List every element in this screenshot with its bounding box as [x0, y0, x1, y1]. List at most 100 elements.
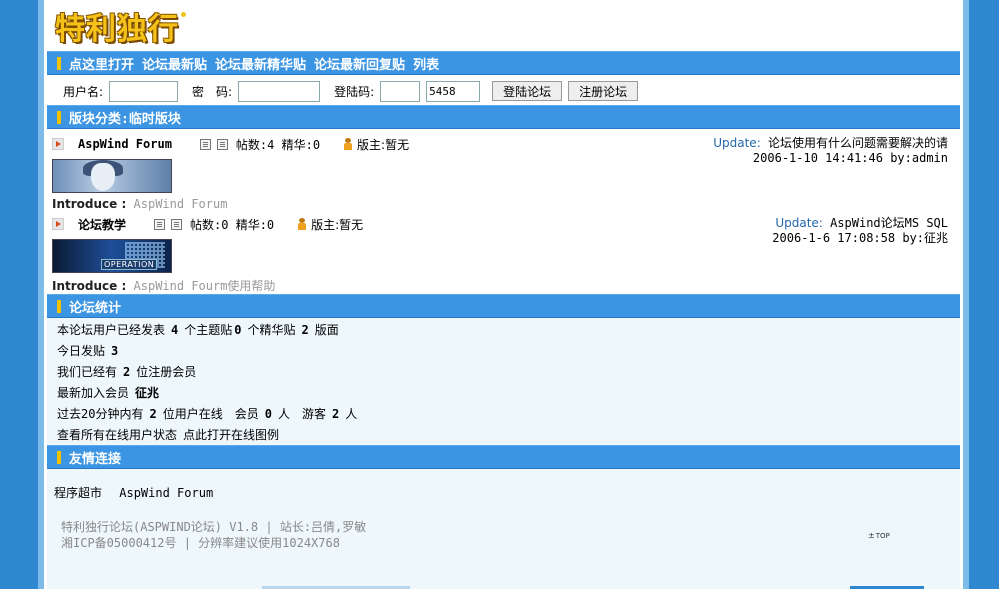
- stat-text: 过去20分钟内有: [57, 407, 144, 421]
- newest-member-link[interactable]: 征兆: [135, 384, 159, 401]
- stat-topics-count: 4: [171, 322, 179, 337]
- stat-online-count: 2: [149, 406, 157, 421]
- forum-header: 论坛教学 帖数:0 精华:0 版主:暂无 Update: AspWind论坛MS…: [47, 215, 960, 245]
- logo-text: 特利独行: [55, 12, 179, 47]
- forum-moderator: 版主:暂无: [311, 217, 364, 232]
- stat-text: 位用户在线 会员: [162, 407, 259, 421]
- stat-online-members: 0: [264, 406, 272, 421]
- forum-thumbnail[interactable]: OPERATION: [52, 239, 172, 273]
- bar-marker-icon: [57, 56, 61, 70]
- bar-marker-icon: [57, 110, 61, 124]
- forum-header: AspWind Forum 帖数:4 精华:0 版主:暂无 Update: 论坛…: [47, 135, 960, 165]
- forum-stats: 帖数:4 精华:0: [235, 137, 321, 152]
- stat-text: 个主题贴: [184, 323, 233, 337]
- friend-links-bar: 友情连接: [47, 445, 960, 469]
- arrow-right-icon: [52, 218, 64, 230]
- forum-intro: Introduce : AspWind Forum: [52, 197, 960, 211]
- update-title-link[interactable]: AspWind论坛MS SQL: [830, 216, 948, 230]
- thumbnail-tag: OPERATION: [101, 259, 158, 270]
- login-form: 用户名: 密 码: 登陆码: 登陆论坛 注册论坛: [47, 78, 960, 104]
- stats-panel: 本论坛用户已经发表 4 个主题贴 0 个精华贴 2 版面 今日发贴 3 我们已经…: [47, 318, 960, 445]
- arrow-right-icon: [52, 138, 64, 150]
- forum-name-link[interactable]: 论坛教学: [78, 216, 126, 233]
- forum-intro: Introduce : AspWind Fourm使用帮助: [52, 277, 960, 294]
- chart-icon[interactable]: [171, 218, 183, 230]
- stats-line-posts: 本论坛用户已经发表 4 个主题贴 0 个精华贴 2 版面: [47, 319, 960, 340]
- bar-marker-icon: [57, 299, 61, 313]
- forum-last-update: Update: AspWind论坛MS SQL 2006-1-6 17:08:5…: [772, 216, 948, 246]
- username-label: 用户名:: [63, 84, 104, 99]
- update-label: Update:: [713, 136, 761, 150]
- stats-title: 论坛统计: [69, 300, 122, 316]
- bar-marker-icon: [57, 450, 61, 464]
- category-bar: 版块分类:临时版块: [47, 105, 960, 129]
- category-title: 版块分类:临时版块: [69, 111, 181, 127]
- stat-text: 我们已经有: [57, 365, 118, 379]
- footer-line-2: 湘ICP备05000412号 | 分辨率建议使用1024X768: [61, 536, 340, 550]
- page-content: 特利独行 点这里打开 论坛最新贴 论坛最新精华贴 论坛最新回复贴 列表 用户名:…: [47, 0, 960, 589]
- stat-member-count: 2: [123, 364, 131, 379]
- stat-text: 个精华贴: [247, 323, 296, 337]
- nav-link-open[interactable]: 点这里打开: [69, 54, 134, 73]
- password-input[interactable]: [238, 80, 321, 102]
- username-input[interactable]: [109, 80, 179, 102]
- stat-text: 本论坛用户已经发表: [57, 323, 166, 337]
- intro-value: AspWind Forum: [133, 197, 228, 211]
- nav-link-latest-replies[interactable]: 论坛最新回复贴: [314, 54, 405, 73]
- right-frame-inner: [963, 0, 969, 589]
- left-frame-edge: [0, 0, 38, 589]
- friend-links-list: 程序超市 AspWind Forum: [54, 484, 213, 501]
- intro-label: Introduce :: [52, 279, 127, 293]
- forum-row: 论坛教学 帖数:0 精华:0 版主:暂无 Update: AspWind论坛MS…: [47, 215, 960, 294]
- stat-text: 版面: [314, 323, 339, 337]
- stats-line-today: 今日发贴 3: [47, 340, 960, 361]
- footer-line-1: 特利独行论坛(ASPWIND论坛) V1.8 | 站长:吕倩,罗敏: [61, 520, 367, 534]
- forum-stats: 帖数:0 精华:0: [190, 217, 275, 232]
- forum-thumbnail[interactable]: [52, 159, 172, 193]
- nav-link-latest-posts[interactable]: 论坛最新贴: [142, 54, 207, 73]
- list-icon[interactable]: [199, 138, 211, 150]
- friend-link[interactable]: AspWind Forum: [119, 486, 213, 500]
- stat-text: 最新加入会员: [57, 386, 130, 400]
- moderator-icon: [344, 138, 353, 150]
- friend-link[interactable]: 程序超市: [54, 486, 102, 500]
- forum-row: AspWind Forum 帖数:4 精华:0 版主:暂无 Update: 论坛…: [47, 135, 960, 211]
- online-status-link[interactable]: 查看所有在线用户状态: [57, 426, 177, 443]
- forum-name-link[interactable]: AspWind Forum: [78, 137, 172, 151]
- update-title-link[interactable]: 论坛使用有什么问题需要解决的请: [768, 136, 948, 150]
- list-icon[interactable]: [154, 218, 166, 230]
- moderator-icon: [298, 218, 307, 230]
- code-display: [426, 80, 481, 102]
- stats-line-status: 查看所有在线用户状态 点此打开在线图例: [47, 424, 960, 445]
- stat-text: 今日发贴: [57, 344, 106, 358]
- right-frame-edge: [969, 0, 999, 589]
- nav-link-latest-featured[interactable]: 论坛最新精华贴: [215, 54, 306, 73]
- code-label: 登陆码:: [334, 84, 375, 99]
- logo-dot-icon: [181, 12, 186, 17]
- site-logo[interactable]: 特利独行: [55, 4, 186, 48]
- forum-moderator: 版主:暂无: [357, 137, 410, 152]
- stat-text: 位注册会员: [136, 365, 197, 379]
- stat-text: 人 游客: [277, 407, 326, 421]
- stat-today-count: 3: [111, 343, 119, 358]
- online-legend-link[interactable]: 点此打开在线图例: [183, 426, 279, 443]
- nav-link-list[interactable]: 列表: [413, 54, 439, 73]
- thumbnail-face: [91, 163, 115, 191]
- back-to-top-link[interactable]: TOP: [868, 531, 890, 540]
- friend-links-panel: 程序超市 AspWind Forum 特利独行论坛(ASPWIND论坛) V1.…: [47, 469, 960, 589]
- stat-online-guests: 2: [331, 406, 340, 421]
- stats-bar: 论坛统计: [47, 294, 960, 318]
- password-label: 密 码:: [192, 84, 233, 99]
- nav-bar: 点这里打开 论坛最新贴 论坛最新精华贴 论坛最新回复贴 列表: [47, 51, 960, 75]
- code-input[interactable]: [380, 80, 421, 102]
- register-button[interactable]: 注册论坛: [568, 81, 639, 101]
- login-button[interactable]: 登陆论坛: [492, 81, 563, 101]
- stat-featured-count: 0: [234, 322, 242, 337]
- forum-last-update: Update: 论坛使用有什么问题需要解决的请 2006-1-10 14:41:…: [713, 136, 948, 166]
- stat-text: 人: [345, 407, 358, 421]
- update-meta: 2006-1-6 17:08:58 by:征兆: [772, 231, 948, 245]
- site-footer: 特利独行论坛(ASPWIND论坛) V1.8 | 站长:吕倩,罗敏 湘ICP备0…: [61, 519, 366, 551]
- nav-links: 点这里打开 论坛最新贴 论坛最新精华贴 论坛最新回复贴 列表: [69, 54, 439, 73]
- update-meta: 2006-1-10 14:41:46 by:admin: [752, 151, 948, 165]
- chart-icon[interactable]: [216, 138, 228, 150]
